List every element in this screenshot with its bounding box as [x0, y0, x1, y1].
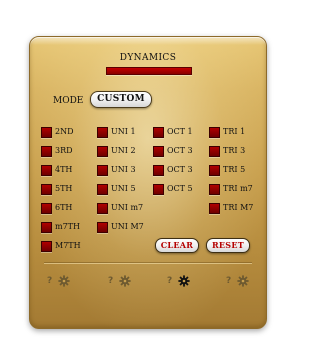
chord-toggle-uni-5[interactable]: UNI 5 [97, 183, 149, 195]
gear-icon[interactable] [178, 275, 190, 287]
toggle-box[interactable] [41, 222, 52, 233]
help-icon[interactable]: ? [167, 275, 172, 287]
chord-toggle-tri-3[interactable]: TRI 3 [209, 145, 261, 157]
mode-select-button[interactable]: CUSTOM [90, 91, 152, 108]
chord-toggle-tri-m7[interactable]: TRI m7 [209, 183, 261, 195]
chord-label: TRI 5 [223, 165, 246, 174]
chord-toggle-tri-5[interactable]: TRI 5 [209, 164, 261, 176]
toggle-box[interactable] [97, 203, 108, 214]
help-icon[interactable]: ? [226, 275, 231, 287]
chord-toggle-2nd[interactable]: 2ND [41, 126, 87, 138]
chord-toggle-6th[interactable]: 6TH [41, 202, 87, 214]
chord-toggle-maj7th[interactable]: M7TH [41, 240, 87, 252]
toggle-box[interactable] [97, 222, 108, 233]
reset-button[interactable]: RESET [206, 238, 250, 253]
footer-divider [44, 262, 252, 264]
toggle-box[interactable] [153, 165, 164, 176]
toggle-box[interactable] [209, 203, 220, 214]
chord-label: 6TH [55, 203, 73, 212]
chord-label: 3RD [55, 146, 73, 155]
toggle-box[interactable] [41, 241, 52, 252]
chord-label: UNI 2 [111, 146, 136, 155]
chord-toggle-uni-2[interactable]: UNI 2 [97, 145, 149, 157]
chord-label: 2ND [55, 127, 74, 136]
chord-label: UNI M7 [111, 222, 144, 231]
toggle-box[interactable] [41, 184, 52, 195]
toggle-box[interactable] [209, 127, 220, 138]
chord-toggle-3rd[interactable]: 3RD [41, 145, 87, 157]
toggle-box[interactable] [209, 146, 220, 157]
toggle-box[interactable] [209, 184, 220, 195]
chord-toggle-uni-maj7[interactable]: UNI M7 [97, 221, 149, 233]
chord-label: UNI m7 [111, 203, 144, 212]
toggle-box[interactable] [41, 165, 52, 176]
chord-label: TRI 1 [223, 127, 246, 136]
title-accent-bar [106, 67, 192, 75]
toggle-box[interactable] [97, 127, 108, 138]
chord-toggle-tri-maj7[interactable]: TRI M7 [209, 202, 261, 214]
chord-label: UNI 3 [111, 165, 136, 174]
gear-icon[interactable] [119, 275, 131, 287]
toggle-box[interactable] [153, 146, 164, 157]
chord-label: UNI 1 [111, 127, 136, 136]
toggle-box[interactable] [97, 184, 108, 195]
toggle-box[interactable] [153, 127, 164, 138]
chord-label: 5TH [55, 184, 73, 193]
chord-toggle-uni-1[interactable]: UNI 1 [97, 126, 149, 138]
chord-toggle-oct-3[interactable]: OCT 3 [153, 145, 205, 157]
toggle-box[interactable] [97, 165, 108, 176]
chord-toggle-tri-1[interactable]: TRI 1 [209, 126, 261, 138]
clear-button[interactable]: CLEAR [155, 238, 199, 253]
chord-label: 4TH [55, 165, 73, 174]
chord-toggle-oct-3b[interactable]: OCT 3 [153, 164, 205, 176]
gear-icon[interactable] [58, 275, 70, 287]
dynamics-panel: DYNAMICS MODE CUSTOM 2ND 3RD 4TH 5TH 6TH… [29, 36, 267, 329]
help-icon[interactable]: ? [47, 275, 52, 287]
toggle-box[interactable] [97, 146, 108, 157]
chord-label: OCT 3 [167, 165, 193, 174]
chord-toggle-uni-3[interactable]: UNI 3 [97, 164, 149, 176]
help-icon[interactable]: ? [108, 275, 113, 287]
toggle-box[interactable] [41, 127, 52, 138]
chord-toggle-4th[interactable]: 4TH [41, 164, 87, 176]
gear-icon[interactable] [237, 275, 249, 287]
toggle-box[interactable] [153, 184, 164, 195]
toggle-box[interactable] [209, 165, 220, 176]
panel-title: DYNAMICS [119, 53, 177, 63]
chord-label: m7TH [55, 222, 80, 231]
chord-label: M7TH [55, 241, 81, 250]
chord-toggle-oct-5[interactable]: OCT 5 [153, 183, 205, 195]
chord-label: UNI 5 [111, 184, 136, 193]
chord-label: TRI 3 [223, 146, 246, 155]
toggle-box[interactable] [41, 146, 52, 157]
chord-toggle-uni-m7[interactable]: UNI m7 [97, 202, 149, 214]
mode-label: MODE [53, 96, 84, 106]
chord-toggle-oct-1[interactable]: OCT 1 [153, 126, 205, 138]
chord-label: OCT 1 [167, 127, 193, 136]
chord-toggle-m7th[interactable]: m7TH [41, 221, 87, 233]
toggle-box[interactable] [41, 203, 52, 214]
chord-label: OCT 5 [167, 184, 193, 193]
chord-label: TRI m7 [223, 184, 253, 193]
chord-toggle-5th[interactable]: 5TH [41, 183, 87, 195]
chord-label: TRI M7 [223, 203, 254, 212]
chord-label: OCT 3 [167, 146, 193, 155]
